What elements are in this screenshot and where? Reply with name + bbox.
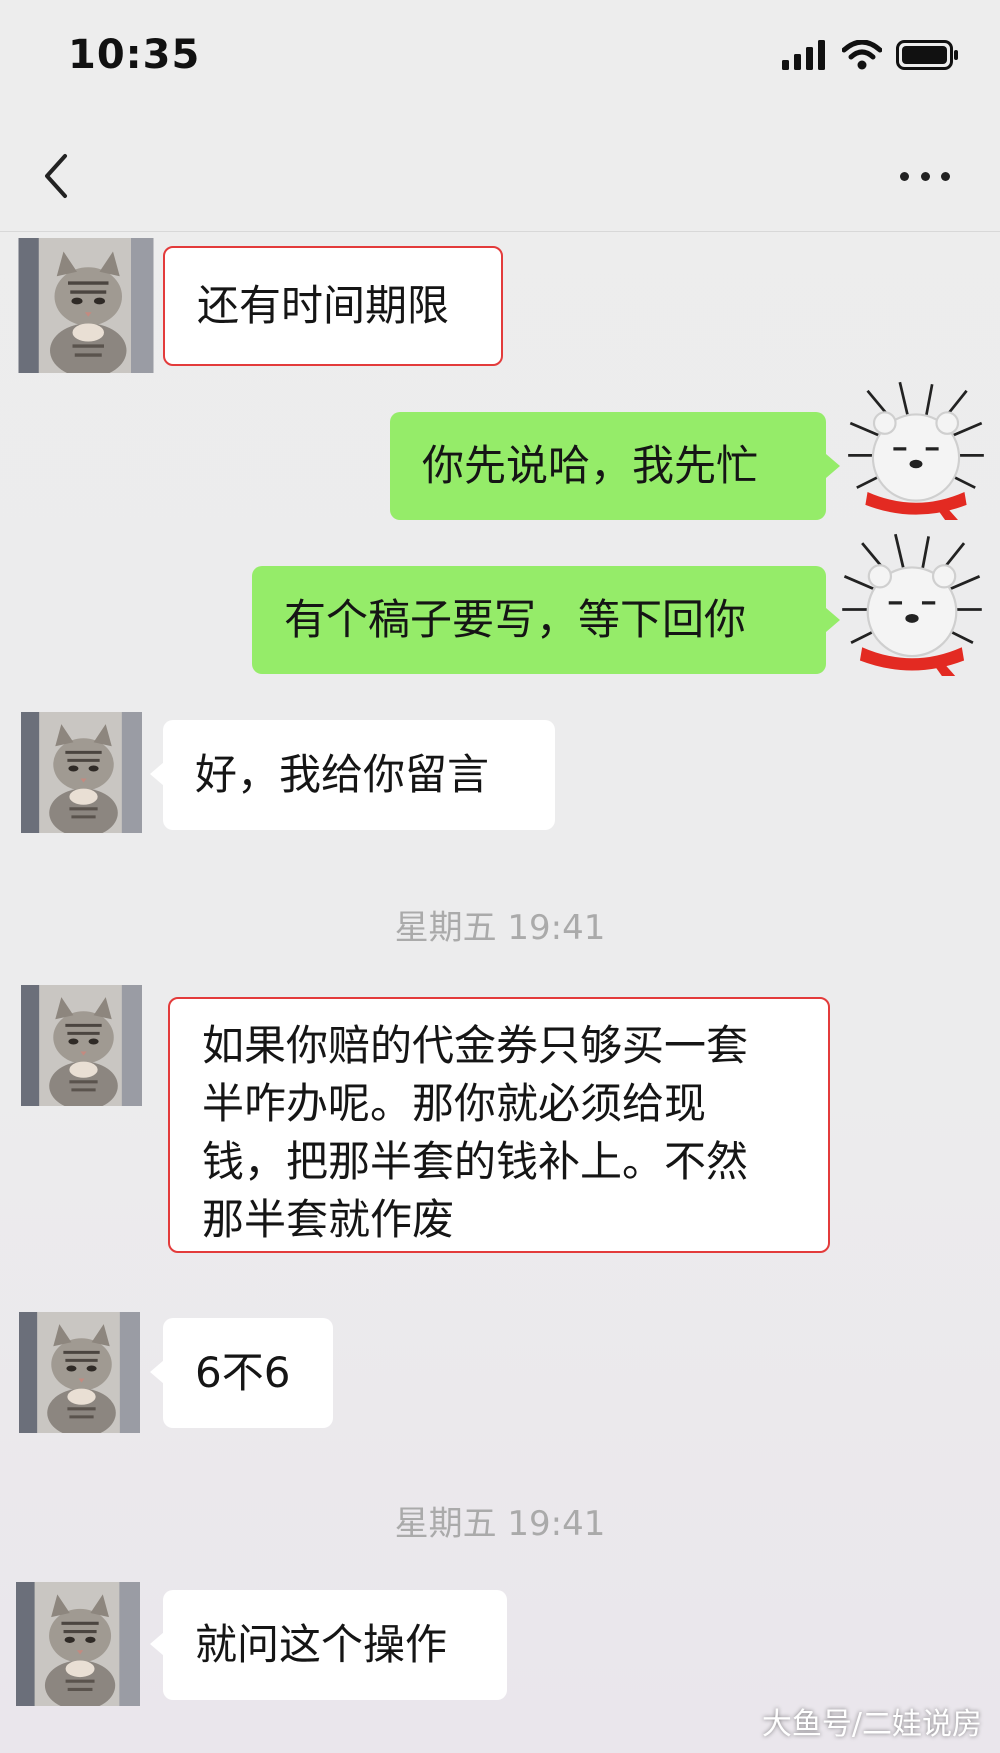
contact-avatar[interactable] — [18, 238, 154, 373]
contact-avatar[interactable] — [20, 712, 143, 833]
status-bar: 10:35 — [0, 0, 1000, 120]
nav-bar — [0, 120, 1000, 232]
my-avatar[interactable] — [838, 532, 986, 676]
message-text: 如果你赔的代金券只够买一套 半咋办呢。那你就必须给现 钱，把那半套的钱补上。不然… — [202, 1021, 749, 1244]
message-bubble[interactable]: 就问这个操作 — [163, 1590, 507, 1700]
back-button[interactable] — [36, 148, 76, 204]
message-text: 还有时间期限 — [197, 281, 450, 330]
more-dot — [900, 171, 909, 181]
timestamp: 星期五 19:41 — [394, 908, 606, 948]
timestamp: 星期五 19:41 — [394, 1504, 606, 1544]
message-bubble[interactable]: 6不6 — [163, 1318, 333, 1428]
message-bubble[interactable]: 好，我给你留言 — [163, 720, 555, 830]
status-time: 10:35 — [68, 32, 201, 78]
wifi-icon — [842, 40, 882, 70]
more-button[interactable] — [900, 158, 950, 194]
more-dot — [920, 171, 930, 181]
bubble-tail — [826, 454, 840, 478]
message-bubble[interactable]: 还有时间期限 — [163, 246, 503, 366]
contact-avatar[interactable] — [18, 1312, 141, 1433]
message-text: 好，我给你留言 — [195, 750, 490, 799]
bubble-tail — [150, 762, 164, 786]
message-bubble[interactable]: 有个稿子要写，等下回你 — [252, 566, 826, 674]
message-bubble[interactable]: 你先说哈，我先忙 — [390, 412, 826, 520]
watermark: 大鱼号/二娃说房 — [761, 1707, 982, 1742]
chevron-left-icon — [45, 154, 67, 198]
bubble-tail — [150, 1360, 164, 1384]
message-text: 就问这个操作 — [195, 1620, 448, 1669]
battery-icon — [896, 40, 958, 70]
message-text: 你先说哈，我先忙 — [422, 441, 759, 490]
message-bubble[interactable]: 如果你赔的代金券只够买一套 半咋办呢。那你就必须给现 钱，把那半套的钱补上。不然… — [168, 997, 830, 1253]
message-text: 6不6 — [195, 1348, 291, 1397]
contact-avatar[interactable] — [20, 985, 143, 1106]
signal-icon — [782, 40, 825, 70]
contact-avatar[interactable] — [16, 1582, 140, 1706]
my-avatar[interactable] — [846, 380, 986, 520]
message-text: 有个稿子要写，等下回你 — [284, 595, 747, 644]
status-icons — [782, 40, 960, 70]
bubble-tail — [150, 1632, 164, 1656]
more-dot — [941, 171, 950, 181]
chat-title-blurred — [385, 144, 625, 194]
